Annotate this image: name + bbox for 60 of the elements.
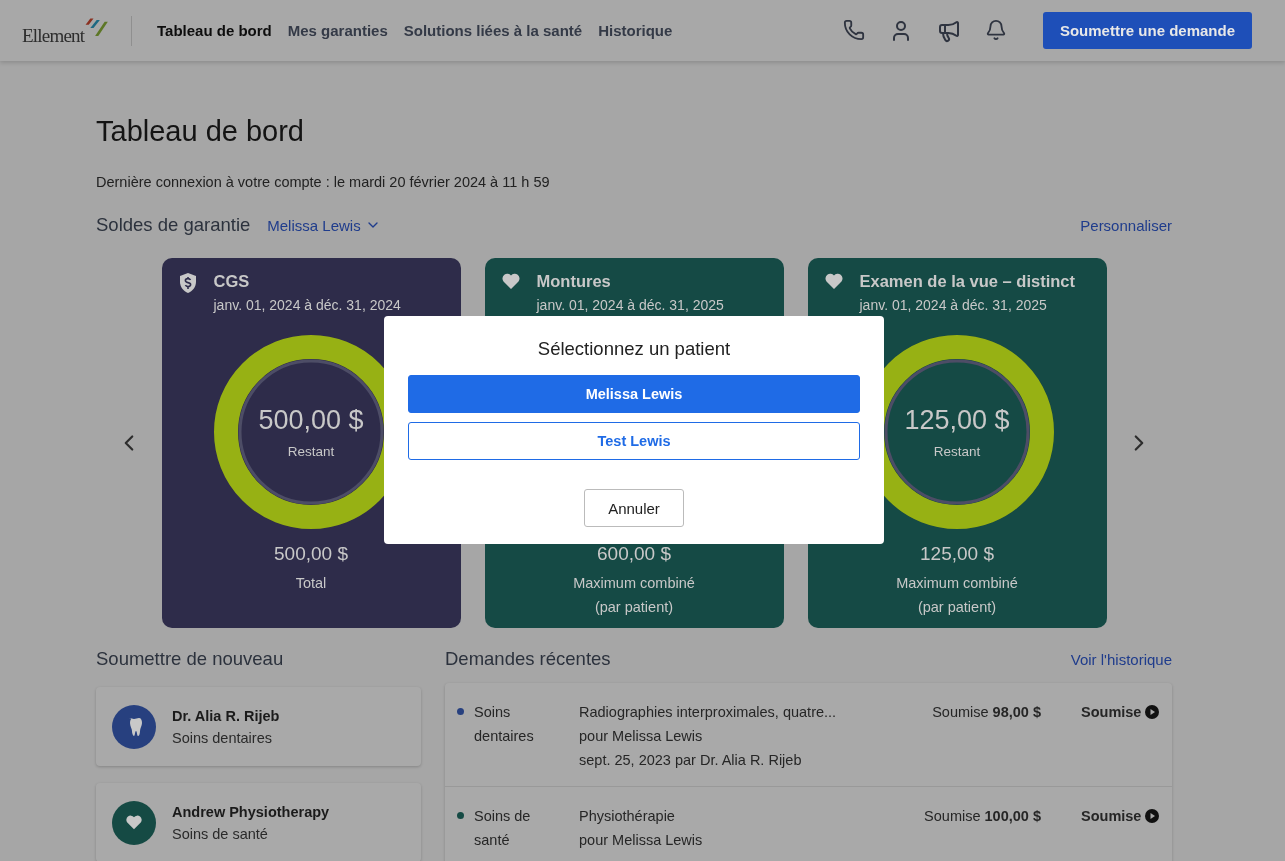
submit-claim-button[interactable]: Soumettre une demande bbox=[1042, 12, 1252, 49]
claim-amount: Soumise 98,00 $ bbox=[931, 703, 1041, 722]
claim-amount: Soumise 100,00 $ bbox=[923, 807, 1041, 826]
play-circle-icon[interactable] bbox=[1145, 705, 1160, 719]
card-period: janv. 01, 2024 à déc. 31, 2024 bbox=[213, 297, 401, 313]
claim-status[interactable]: Soumise bbox=[1081, 700, 1142, 724]
history-link[interactable]: Voir l'historique bbox=[1070, 650, 1172, 668]
provider-category: Soins de santé bbox=[172, 825, 269, 842]
provider-category: Soins dentaires bbox=[172, 729, 273, 746]
nav-link[interactable]: Tableau de bord bbox=[157, 22, 272, 39]
card-title: CGS bbox=[213, 272, 251, 291]
total-amount: 500,00 $ bbox=[274, 543, 348, 565]
total-amount: 600,00 $ bbox=[597, 543, 671, 565]
nav-link[interactable]: Mes garanties bbox=[287, 22, 388, 39]
card-period: janv. 01, 2024 à déc. 31, 2025 bbox=[536, 297, 724, 313]
claim-description: Radiographies interproximales, quatre... bbox=[579, 703, 838, 722]
megaphone-icon[interactable] bbox=[936, 18, 961, 43]
logo-name: Ellement bbox=[22, 24, 85, 47]
provider-card[interactable]: Andrew Physiotherapy Soins de santé bbox=[96, 783, 421, 861]
patient-option[interactable]: Test Lewis bbox=[408, 422, 860, 460]
card-period: janv. 01, 2024 à déc. 31, 2025 bbox=[859, 297, 1048, 313]
heart-icon bbox=[125, 814, 143, 831]
section-title: Soumettre de nouveau bbox=[96, 648, 285, 670]
shield-dollar-icon bbox=[177, 272, 198, 294]
nav-link[interactable]: Historique bbox=[598, 22, 673, 39]
heart-icon bbox=[500, 272, 521, 290]
last-login-text: Dernière connexion à votre compte : le mardi 20 février 2024 à 11 h 59 bbox=[96, 174, 551, 190]
claim-status[interactable]: Soumise bbox=[1081, 804, 1142, 828]
total-amount: 125,00 $ bbox=[920, 543, 994, 565]
customize-link[interactable]: Personnaliser bbox=[1080, 216, 1172, 234]
claim-description: Physiothérapie bbox=[579, 807, 676, 826]
claim-category: Soins dentaires bbox=[474, 703, 535, 746]
provider-name: Andrew Physiotherapy bbox=[172, 803, 330, 820]
claim-date: sept. 25, 2023 par Dr. Alia R. Rijeb bbox=[579, 751, 803, 770]
provider-card[interactable]: Dr. Alia R. Rijeb Soins dentaires bbox=[96, 687, 421, 766]
card-title: Montures bbox=[536, 272, 612, 291]
heart-icon bbox=[823, 272, 844, 290]
claim-patient: pour Melissa Lewis bbox=[579, 727, 704, 746]
play-circle-icon[interactable] bbox=[1145, 809, 1160, 823]
remaining-amount: 500,00 $ bbox=[258, 405, 364, 436]
provider-name: Dr. Alia R. Rijeb bbox=[172, 707, 280, 724]
total-label: Total bbox=[295, 574, 327, 593]
phone-icon[interactable] bbox=[842, 18, 865, 43]
total-label: Maximum combiné (par patient) bbox=[573, 574, 695, 617]
section-title: Soldes de garantie bbox=[96, 214, 251, 236]
total-label: Maximum combiné (par patient) bbox=[896, 574, 1018, 617]
remaining-label: Restant bbox=[287, 444, 335, 459]
patient-option[interactable]: Melissa Lewis bbox=[408, 375, 860, 413]
claim-patient: pour Melissa Lewis bbox=[579, 831, 704, 850]
remaining-amount: 125,00 $ bbox=[904, 405, 1010, 436]
remaining-label: Restant bbox=[933, 444, 981, 459]
cancel-button[interactable]: Annuler bbox=[584, 489, 684, 527]
card-title: Examen de la vue – distinct bbox=[859, 272, 1075, 291]
nav-link[interactable]: Solutions liées à la santé bbox=[403, 22, 583, 39]
section-title: Demandes récentes bbox=[445, 648, 611, 670]
page-title: Tableau de bord bbox=[96, 115, 305, 148]
bell-icon[interactable] bbox=[984, 18, 1007, 43]
dialog-title: Sélectionnez un patient bbox=[537, 338, 731, 360]
claim-category: Soins de santé bbox=[474, 807, 532, 850]
patient-dropdown[interactable]: Melissa Lewis bbox=[267, 216, 381, 234]
